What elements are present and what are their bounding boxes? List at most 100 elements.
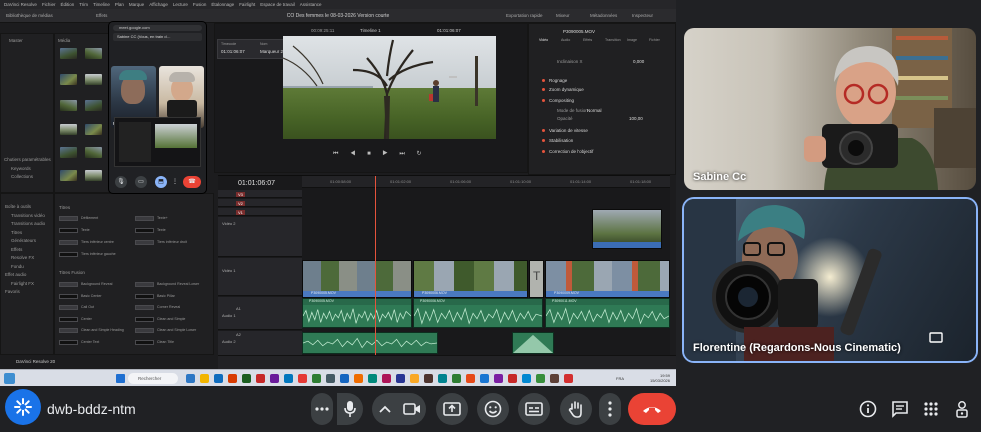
inspector-tab[interactable]: Image	[627, 38, 637, 42]
effect-item[interactable]: Call Out	[81, 305, 94, 309]
present-button[interactable]	[436, 393, 468, 425]
chat-button[interactable]	[890, 399, 910, 419]
media-thumb[interactable]	[85, 124, 102, 135]
track-header-v3[interactable]: V3	[218, 190, 302, 198]
effect-item[interactable]: Texte+	[157, 216, 168, 220]
activities-button[interactable]	[921, 399, 941, 419]
collections-bin[interactable]: Collections	[11, 174, 33, 179]
reactions-button[interactable]	[477, 393, 509, 425]
taskbar-app-icon[interactable]	[536, 374, 545, 383]
inspector-tab[interactable]: Fichier	[649, 38, 660, 42]
captions-button[interactable]	[518, 393, 550, 425]
camera-options-button[interactable]	[372, 393, 398, 425]
participant-tile-sabine[interactable]: Sabine Cc	[684, 28, 976, 190]
audio-clip[interactable]: P3090005.MOV	[302, 298, 412, 328]
taskbar-app-icon[interactable]	[452, 374, 461, 383]
track-header-audio2[interactable]: A2 Audio 2	[218, 331, 302, 356]
mini-end-button[interactable]: ☎	[183, 176, 201, 188]
camera-button[interactable]	[398, 393, 426, 425]
effects-tree-item[interactable]: Favoris	[5, 289, 20, 294]
taskbar-app-icon[interactable]	[494, 374, 503, 383]
taskbar-app-icon[interactable]	[242, 374, 251, 383]
effect-item[interactable]: Tiers inférieur centre	[81, 240, 114, 244]
media-thumb[interactable]	[85, 100, 102, 111]
effect-item[interactable]: Clean and Simple Lower	[157, 328, 196, 332]
effect-thumbnail[interactable]	[135, 282, 154, 287]
effect-thumbnail[interactable]	[59, 252, 78, 257]
audio-clip[interactable]	[512, 332, 554, 354]
effect-item[interactable]: Texte	[81, 228, 90, 232]
mini-camera-button[interactable]: ▭	[135, 176, 147, 188]
meet-activity-logo[interactable]	[5, 389, 41, 425]
track-header-audio1[interactable]: A1 Audio 1	[218, 297, 302, 330]
media-thumb[interactable]	[85, 147, 102, 158]
more-options-left-button[interactable]	[311, 393, 333, 425]
menu-item[interactable]: DaVinci Resolve	[4, 2, 37, 7]
effect-thumbnail[interactable]	[135, 328, 154, 333]
taskbar-app-icon[interactable]	[424, 374, 433, 383]
menu-item[interactable]: Espace de travail	[260, 2, 295, 7]
effect-item[interactable]: Tiers inférieur gauche	[81, 252, 116, 256]
taskbar-app-icon[interactable]	[354, 374, 363, 383]
menu-item[interactable]: Trim	[79, 2, 88, 7]
taskbar-app-icon[interactable]	[522, 374, 531, 383]
taskbar-app-icon[interactable]	[466, 374, 475, 383]
track-header-v2[interactable]: V2	[218, 199, 302, 207]
effect-thumbnail[interactable]	[59, 328, 78, 333]
effects-tree-item[interactable]: Resolve FX	[11, 255, 34, 260]
effect-thumbnail[interactable]	[59, 305, 78, 310]
effects-tree-item[interactable]: Fondu	[11, 264, 24, 269]
effect-thumbnail[interactable]	[59, 216, 78, 221]
mini-more-button[interactable]: ⋮	[171, 176, 179, 188]
menu-item[interactable]: Fairlight	[239, 2, 255, 7]
menu-item[interactable]: Marque	[129, 2, 144, 7]
effect-thumbnail[interactable]	[59, 282, 78, 287]
language-indicator[interactable]: FRA	[616, 376, 624, 381]
effects-tree-item[interactable]: Titres	[11, 230, 22, 235]
taskbar-app-icon[interactable]	[214, 374, 223, 383]
media-thumb[interactable]	[60, 124, 77, 135]
taskbar-app-icon[interactable]	[410, 374, 419, 383]
inspector-section[interactable]: Compositing	[549, 98, 574, 103]
taskbar-app-icon[interactable]	[256, 374, 265, 383]
audio-clip[interactable]	[302, 332, 438, 354]
audio-clip[interactable]: P3090006.MOV	[413, 298, 543, 328]
video-clip[interactable]: P3090006.MOV	[413, 260, 528, 298]
taskbar-app-icon[interactable]	[228, 374, 237, 383]
effect-item[interactable]: Clean Title	[157, 340, 174, 344]
mic-button[interactable]	[337, 393, 363, 425]
taskbar-app-icon[interactable]	[270, 374, 279, 383]
taskbar-app-icon[interactable]	[382, 374, 391, 383]
effect-thumbnail[interactable]	[135, 228, 154, 233]
effect-thumbnail[interactable]	[59, 228, 78, 233]
section-toggle-icon[interactable]	[542, 150, 545, 153]
menu-item[interactable]: Étalonnage	[211, 2, 234, 7]
media-thumb[interactable]	[60, 74, 77, 85]
section-toggle-icon[interactable]	[542, 139, 545, 142]
media-thumb[interactable]	[60, 100, 77, 111]
taskbar-app-icon[interactable]	[326, 374, 335, 383]
menu-item[interactable]: Timeline	[93, 2, 110, 7]
start-icon[interactable]	[116, 374, 125, 383]
program-viewer[interactable]	[283, 36, 496, 139]
transport-controls[interactable]: ⏮ ◀ ■ ▶ ⏭ ↻	[333, 150, 427, 158]
taskbar-app-icon[interactable]	[508, 374, 517, 383]
more-options-button[interactable]	[599, 393, 621, 425]
effects-tree-item[interactable]: Fairlight FX	[11, 281, 34, 286]
taskbar-app-icon[interactable]	[340, 374, 349, 383]
menu-item[interactable]: Fusion	[193, 2, 207, 7]
effect-item[interactable]: Background Reveal	[81, 282, 112, 286]
taskbar-app-icon[interactable]	[480, 374, 489, 383]
mini-mic-button[interactable]: 🎙	[115, 176, 127, 188]
section-toggle-icon[interactable]	[542, 79, 545, 82]
effect-thumbnail[interactable]	[59, 316, 78, 322]
taskbar-app-icon[interactable]	[200, 374, 209, 383]
inspector-tab[interactable]: Vidéo	[539, 38, 548, 42]
inspector-tab[interactable]: Audio	[561, 38, 570, 42]
timeline-panel[interactable]: 01:01:06:07 01:00:58:00 01:01:02:00 01:01:…	[218, 175, 670, 356]
effect-thumbnail[interactable]	[135, 316, 154, 322]
effect-thumbnail[interactable]	[135, 339, 154, 345]
mini-present-button[interactable]: ⬒	[155, 176, 167, 188]
leave-call-button[interactable]	[628, 393, 676, 425]
effect-item[interactable]: Basic Center	[81, 294, 102, 298]
